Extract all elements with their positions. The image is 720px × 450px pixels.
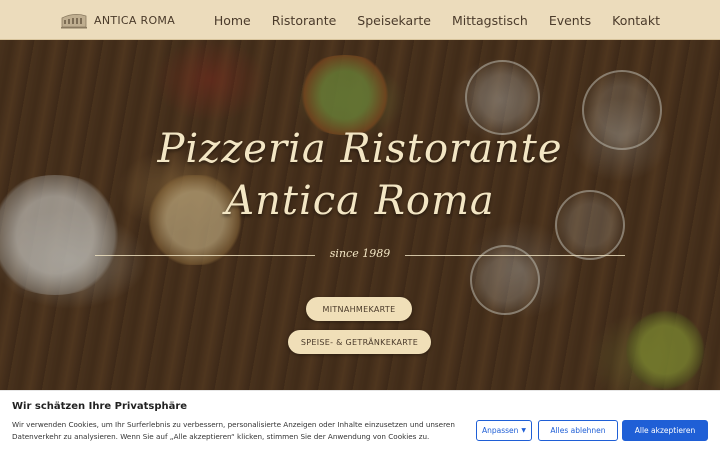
hero-title-line2: Antica Roma xyxy=(225,178,495,224)
nav-speisekarte[interactable]: Speisekarte xyxy=(357,13,431,28)
brand-name: ANTICA ROMA xyxy=(94,13,176,27)
cookie-banner: Wir schätzen Ihre Privatsphäre Wir verwe… xyxy=(0,390,720,450)
brand[interactable]: ANTICA ROMA xyxy=(60,10,175,30)
divider-right xyxy=(405,255,625,256)
nav-ristorante[interactable]: Ristorante xyxy=(272,13,337,28)
nav-kontakt[interactable]: Kontakt xyxy=(612,13,660,28)
main-nav: Home Ristorante Speisekarte Mittagstisch… xyxy=(193,0,660,40)
colosseum-icon xyxy=(61,14,87,29)
nav-mittagstisch[interactable]: Mittagstisch xyxy=(452,13,528,28)
cookie-text: Wir verwenden Cookies, um Ihr Surferlebn… xyxy=(12,420,455,441)
customize-label: Anpassen xyxy=(481,426,519,435)
customize-button[interactable]: Anpassen ▼ xyxy=(476,420,532,441)
caret-down-icon: ▼ xyxy=(521,427,527,434)
divider-left xyxy=(95,255,315,256)
food-drinks-menu-button[interactable]: SPEISE- & GETRÄNKEKARTE xyxy=(288,330,431,354)
cookie-title: Wir schätzen Ihre Privatsphäre xyxy=(12,401,188,412)
accept-all-button[interactable]: Alle akzeptieren xyxy=(622,420,708,441)
hero-title-line1: Pizzeria Ristorante xyxy=(157,126,563,172)
nav-home[interactable]: Home xyxy=(214,13,251,28)
site-header: ANTICA ROMA Home Ristorante Speisekarte … xyxy=(0,0,720,40)
hero-section: Pizzeria Ristorante Antica Roma since 19… xyxy=(0,40,720,390)
reject-all-button[interactable]: Alles ablehnen xyxy=(538,420,618,441)
takeaway-menu-button[interactable]: MITNAHMEKARTE xyxy=(306,297,412,321)
since-text: since 1989 xyxy=(329,247,391,260)
nav-events[interactable]: Events xyxy=(549,13,591,28)
